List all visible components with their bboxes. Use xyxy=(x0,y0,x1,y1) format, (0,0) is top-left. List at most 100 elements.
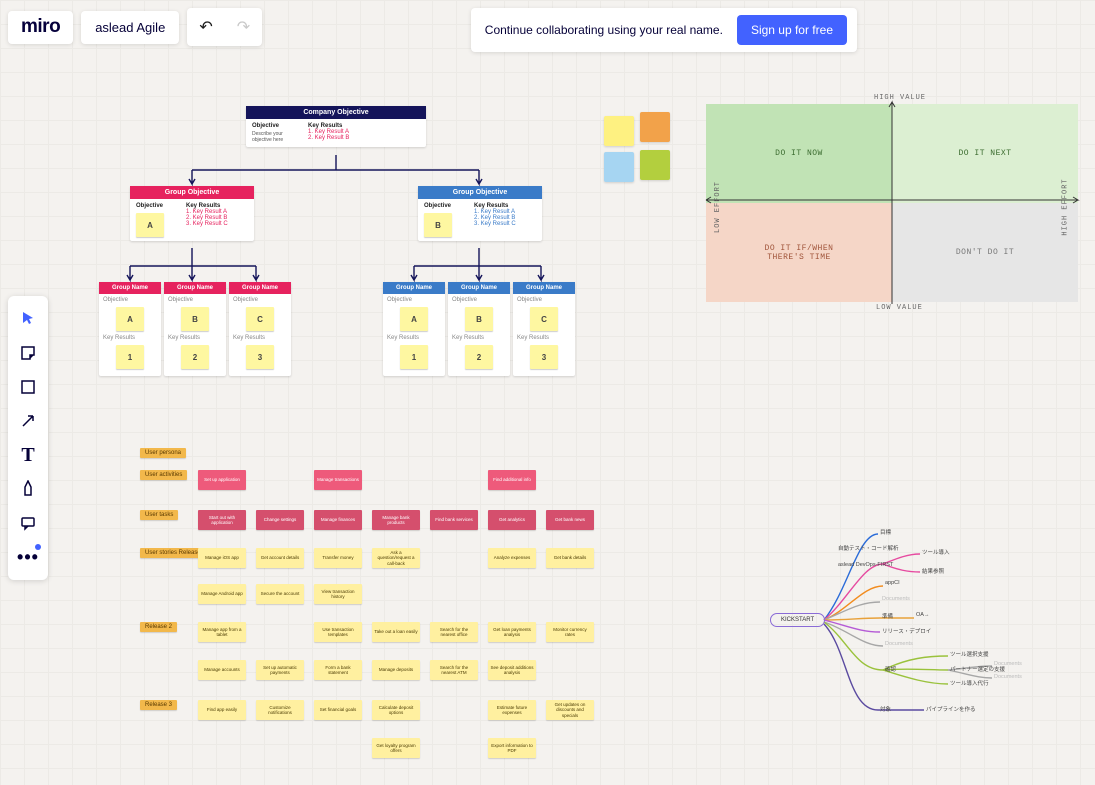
mindmap-node[interactable]: Documents xyxy=(885,641,913,647)
storymap-card[interactable]: Search for the nearest office xyxy=(430,622,478,642)
kr-item: 3. Key Result C xyxy=(186,221,228,227)
storymap-card[interactable]: Take out a loan easily xyxy=(372,622,420,642)
mindmap-node[interactable]: リリース・デプロイ xyxy=(882,627,931,635)
storymap-card[interactable]: Calculate deposit options xyxy=(372,700,420,720)
quadrant-do-next[interactable]: DO IT NEXT xyxy=(892,104,1078,203)
storymap-card[interactable]: Set financial goals xyxy=(314,700,362,720)
mindmap-node[interactable]: aslead DevOps-FIRST xyxy=(838,562,893,568)
storymap-card[interactable]: Get account details xyxy=(256,548,304,568)
storymap-card[interactable]: Search for the nearest ATM xyxy=(430,660,478,680)
mindmap-node[interactable]: 対象 xyxy=(880,705,891,713)
axis-left: LOW EFFORT xyxy=(714,181,722,233)
sticky-orange[interactable] xyxy=(640,112,670,142)
kr-sticky[interactable]: 1 xyxy=(400,345,428,369)
storymap-card[interactable]: Form a bank statement xyxy=(314,660,362,680)
kr-sticky[interactable]: 3 xyxy=(530,345,558,369)
storymap-activity[interactable]: Set up application xyxy=(198,470,246,490)
mind-map[interactable]: KICKSTART 目標 自動テスト・コード解析 ツール導入 結果参照 asle… xyxy=(768,510,1095,740)
quadrant-do-if-time[interactable]: DO IT IF/WHEN THERE'S TIME xyxy=(706,203,892,302)
storymap-card[interactable]: Set up automatic payments xyxy=(256,660,304,680)
storymap-card[interactable]: Customize notifications xyxy=(256,700,304,720)
objective-sticky[interactable]: A xyxy=(400,307,428,331)
subgroup-card[interactable]: Group NameObjectiveAKey Results1 xyxy=(99,282,161,376)
storymap-card[interactable]: Monitor currency rates xyxy=(546,622,594,642)
objective-label: Objective xyxy=(233,297,287,303)
storymap-card[interactable]: Manage bank products xyxy=(372,510,420,530)
storymap-card[interactable]: Analyze expenses xyxy=(488,548,536,568)
storymap-card[interactable]: Export information to PDF xyxy=(488,738,536,758)
storymap-card[interactable]: Use transaction templates xyxy=(314,622,362,642)
mindmap-root[interactable]: KICKSTART xyxy=(770,613,825,627)
priority-matrix[interactable]: DO IT NOW DO IT NEXT DO IT IF/WHEN THERE… xyxy=(706,104,1078,302)
mindmap-node[interactable]: 目標 xyxy=(880,528,891,536)
kr-sticky[interactable]: 2 xyxy=(181,345,209,369)
objective-sticky[interactable]: C xyxy=(246,307,274,331)
storymap-card[interactable]: Change settings xyxy=(256,510,304,530)
group-objective-b-card[interactable]: Group Objective Objective B Key Results … xyxy=(418,186,542,241)
subgroup-card[interactable]: Group NameObjectiveAKey Results1 xyxy=(383,282,445,376)
storymap-card[interactable]: Get bank details xyxy=(546,548,594,568)
sticky-yellow[interactable] xyxy=(604,116,634,146)
quadrant-do-now[interactable]: DO IT NOW xyxy=(706,104,892,203)
mindmap-node[interactable]: ツール選択支援 xyxy=(950,650,989,658)
storymap-card[interactable]: Manage deposits xyxy=(372,660,420,680)
kr-sticky[interactable]: 1 xyxy=(116,345,144,369)
storymap-card[interactable]: Get loan payments analysis xyxy=(488,622,536,642)
storymap-card[interactable]: See deposit additions analysis xyxy=(488,660,536,680)
storymap-card[interactable]: Manage finances xyxy=(314,510,362,530)
storymap-card[interactable]: View transaction history xyxy=(314,584,362,604)
board-canvas[interactable]: Company Objective Objective Describe you… xyxy=(0,0,1095,785)
objective-sticky[interactable]: B xyxy=(424,213,452,237)
storymap-card[interactable]: Secure the account xyxy=(256,584,304,604)
subgroup-card[interactable]: Group NameObjectiveCKey Results3 xyxy=(513,282,575,376)
storymap-card[interactable]: Manage Android app xyxy=(198,584,246,604)
mindmap-node[interactable]: ツール導入代行 xyxy=(950,679,989,687)
mindmap-node[interactable]: appCI xyxy=(885,580,900,586)
kr-sticky[interactable]: 2 xyxy=(465,345,493,369)
mindmap-node[interactable]: パイプラインを作る xyxy=(926,705,976,713)
objective-sticky[interactable]: C xyxy=(530,307,558,331)
axis-top: HIGH VALUE xyxy=(874,94,926,102)
kr-item: 3. Key Result C xyxy=(474,221,516,227)
kr-sticky[interactable]: 3 xyxy=(246,345,274,369)
storymap-activity[interactable]: Manage transactions xyxy=(314,470,362,490)
storymap-card[interactable]: Manage app from a tablet xyxy=(198,622,246,642)
storymap-activity[interactable]: Find additional info xyxy=(488,470,536,490)
group-objective-a-card[interactable]: Group Objective Objective A Key Results … xyxy=(130,186,254,241)
mindmap-node[interactable]: 準備 xyxy=(882,612,893,620)
mindmap-node[interactable]: 結果参照 xyxy=(922,567,944,575)
storymap-card[interactable]: Get bank news xyxy=(546,510,594,530)
mindmap-node[interactable]: 自動テスト・コード解析 xyxy=(838,544,899,552)
storymap-card[interactable]: Get updates on discounts and specials xyxy=(546,700,594,720)
storymap-card[interactable]: Get analytics xyxy=(488,510,536,530)
subgroup-card[interactable]: Group NameObjectiveCKey Results3 xyxy=(229,282,291,376)
subgroup-card[interactable]: Group NameObjectiveBKey Results2 xyxy=(164,282,226,376)
objective-sticky[interactable]: A xyxy=(136,213,164,237)
storymap-card[interactable]: Find app easily xyxy=(198,700,246,720)
mindmap-node[interactable]: Documents xyxy=(994,661,1022,667)
storymap-row-label: User tasks xyxy=(140,510,178,520)
objective-label: Objective xyxy=(452,297,506,303)
mindmap-node[interactable]: Documents xyxy=(882,596,910,602)
storymap-card[interactable]: Get loyalty program offers xyxy=(372,738,420,758)
company-objective-card[interactable]: Company Objective Objective Describe you… xyxy=(246,106,426,147)
sticky-green[interactable] xyxy=(640,150,670,180)
mindmap-node[interactable]: ツール導入 xyxy=(922,548,950,556)
storymap-card[interactable]: Find bank services xyxy=(430,510,478,530)
objective-sticky[interactable]: A xyxy=(116,307,144,331)
quadrant-dont-do[interactable]: DON'T DO IT xyxy=(892,203,1078,302)
mindmap-node[interactable]: OA→ xyxy=(916,612,929,618)
subgroup-card[interactable]: Group NameObjectiveBKey Results2 xyxy=(448,282,510,376)
mindmap-node[interactable]: Documents xyxy=(994,674,1022,680)
storymap-card[interactable]: Estimate future expenses xyxy=(488,700,536,720)
objective-label: Objective xyxy=(252,123,298,129)
sticky-blue[interactable] xyxy=(604,152,634,182)
storymap-card[interactable]: Transfer money xyxy=(314,548,362,568)
storymap-card[interactable]: Manage iOS app xyxy=(198,548,246,568)
storymap-card[interactable]: Ask a question/request a call-back xyxy=(372,548,420,568)
storymap-card[interactable]: Start out with application xyxy=(198,510,246,530)
storymap-card[interactable]: Manage accounts xyxy=(198,660,246,680)
objective-sticky[interactable]: B xyxy=(181,307,209,331)
mindmap-node[interactable]: 確認 xyxy=(885,665,896,673)
objective-sticky[interactable]: B xyxy=(465,307,493,331)
